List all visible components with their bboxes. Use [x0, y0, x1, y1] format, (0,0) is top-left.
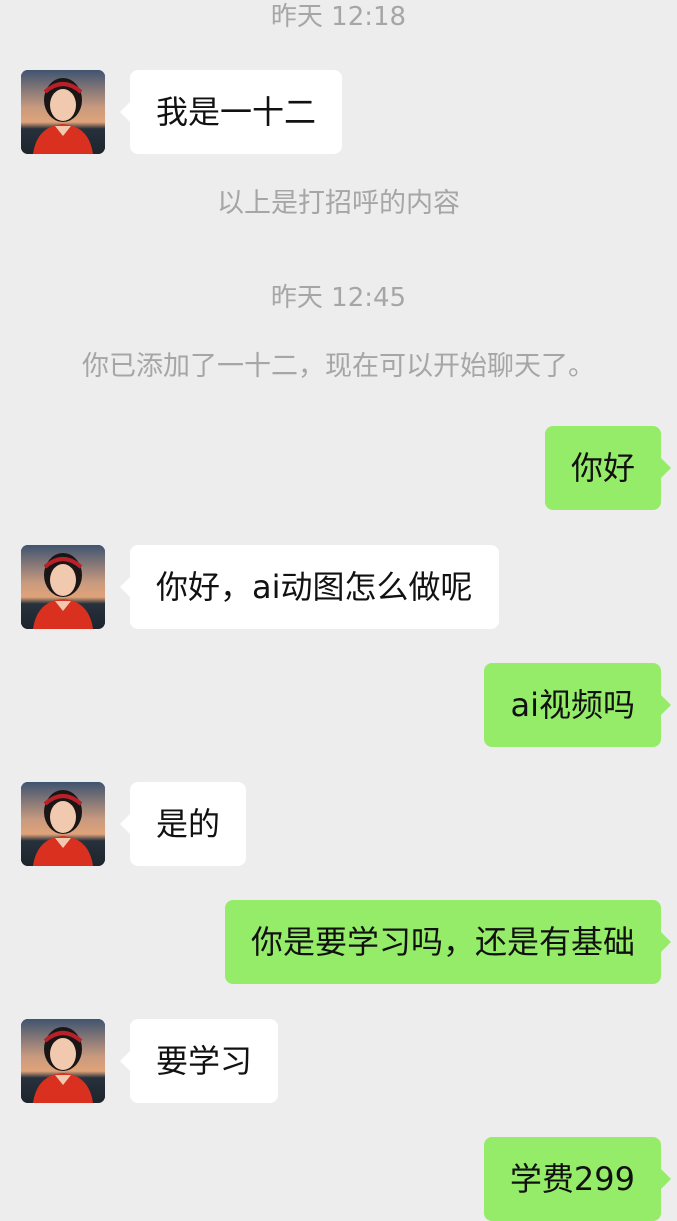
contact-avatar[interactable] — [21, 70, 105, 154]
contact-avatar[interactable] — [21, 782, 105, 866]
message-bubble-incoming[interactable]: 是的 — [119, 782, 247, 866]
message-bubble-outgoing[interactable]: ai视频吗 — [484, 663, 671, 747]
message-bubble-incoming[interactable]: 我是一十二 — [119, 70, 343, 154]
message-bubble-incoming[interactable]: 要学习 — [119, 1019, 279, 1103]
timestamp: 昨天 12:45 — [270, 283, 407, 313]
contact-avatar[interactable] — [21, 1019, 105, 1103]
system-note: 你已添加了一十二，现在可以开始聊天了。 — [82, 351, 595, 382]
message-bubble-outgoing[interactable]: 学费299 — [483, 1137, 672, 1221]
timestamp: 昨天 12:18 — [270, 2, 407, 32]
system-note: 以上是打招呼的内容 — [217, 188, 460, 219]
message-bubble-outgoing[interactable]: 你是要学习吗，还是有基础 — [224, 900, 672, 984]
contact-avatar[interactable] — [21, 545, 105, 629]
message-bubble-outgoing[interactable]: 你好 — [544, 426, 672, 510]
message-bubble-incoming[interactable]: 你好，ai动图怎么做呢 — [120, 545, 499, 629]
